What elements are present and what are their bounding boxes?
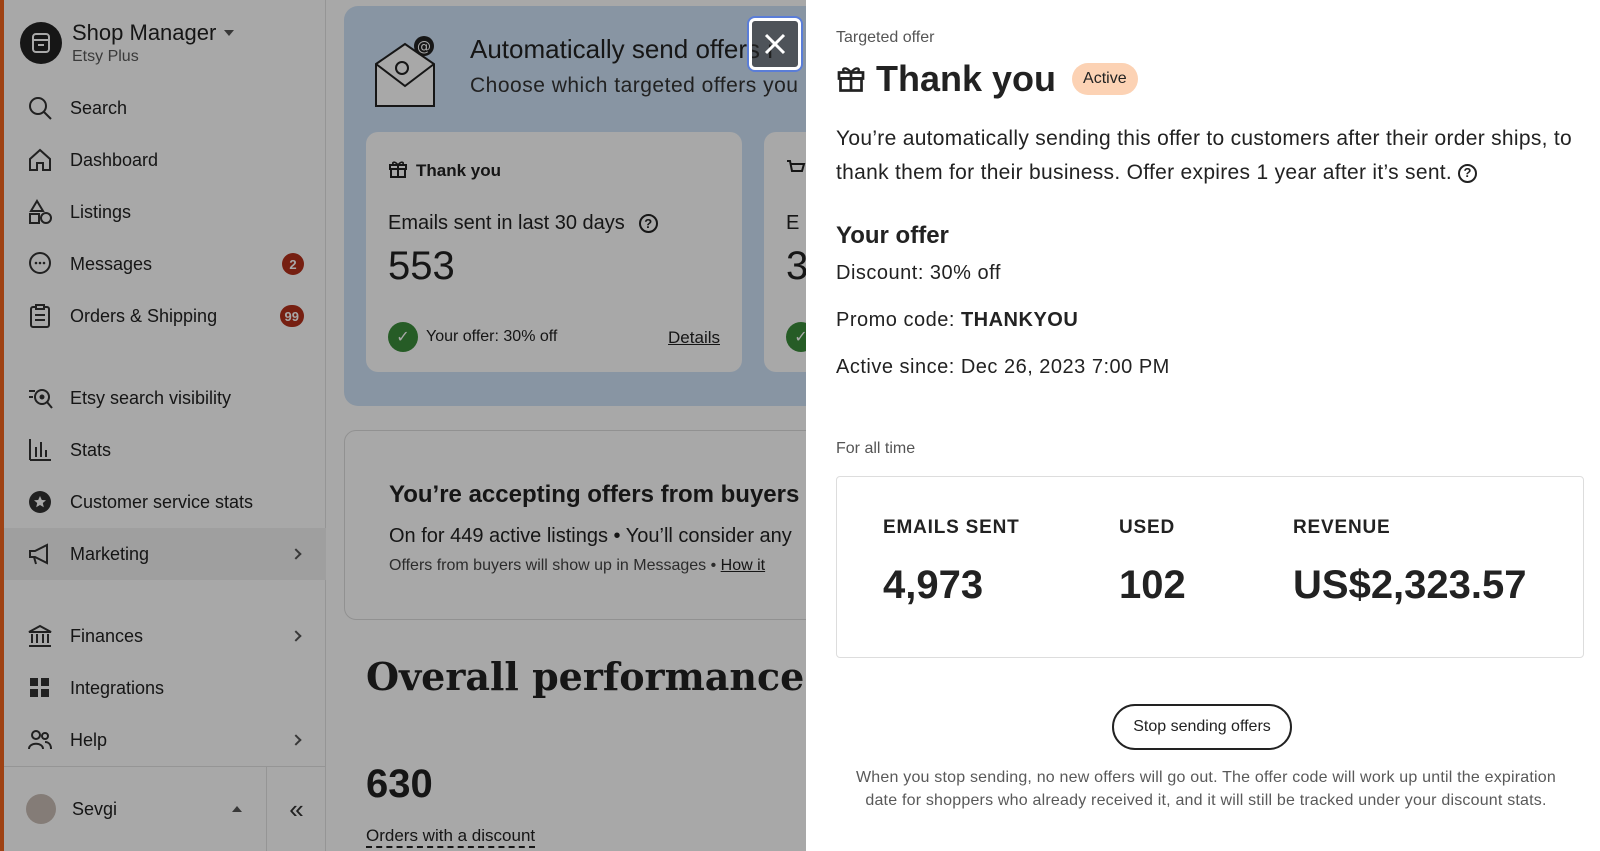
stat-value: 102 bbox=[1119, 563, 1186, 607]
stat-label: EMAILS SENT bbox=[883, 517, 1020, 538]
discount-text: Discount: 30% off bbox=[836, 262, 1001, 284]
promo-code-value: THANKYOU bbox=[960, 309, 1079, 331]
stat-revenue: REVENUE US$2,323.57 bbox=[1293, 517, 1527, 608]
panel-title: Thank you bbox=[876, 58, 1057, 99]
your-offer-heading: Your offer bbox=[836, 222, 949, 249]
promo-code-label: Promo code: bbox=[836, 309, 961, 331]
stat-emails-sent: EMAILS SENT 4,973 bbox=[883, 517, 1020, 608]
stat-value: 4,973 bbox=[883, 563, 984, 607]
gift-icon bbox=[836, 62, 866, 97]
modal-backdrop[interactable] bbox=[0, 0, 806, 851]
active-since-text: Active since: Dec 26, 2023 7:00 PM bbox=[836, 356, 1170, 378]
offer-stats-box: EMAILS SENT 4,973 USED 102 REVENUE US$2,… bbox=[836, 476, 1584, 658]
stop-sending-offers-button[interactable]: Stop sending offers bbox=[1112, 704, 1292, 750]
stop-sending-note: When you stop sending, no new offers wil… bbox=[856, 769, 1556, 809]
stat-label: USED bbox=[1119, 517, 1175, 538]
close-panel-button[interactable] bbox=[749, 18, 801, 70]
stat-used: USED 102 bbox=[1119, 517, 1186, 608]
panel-eyebrow: Targeted offer bbox=[836, 29, 935, 46]
targeted-offer-panel: Targeted offer Thank you Active You’re a… bbox=[806, 0, 1600, 851]
stat-label: REVENUE bbox=[1293, 517, 1391, 538]
status-badge: Active bbox=[1072, 63, 1138, 95]
stats-period-label: For all time bbox=[836, 440, 916, 457]
help-icon[interactable]: ? bbox=[1458, 163, 1478, 183]
stat-value: US$2,323.57 bbox=[1293, 563, 1527, 607]
close-icon bbox=[764, 33, 786, 55]
